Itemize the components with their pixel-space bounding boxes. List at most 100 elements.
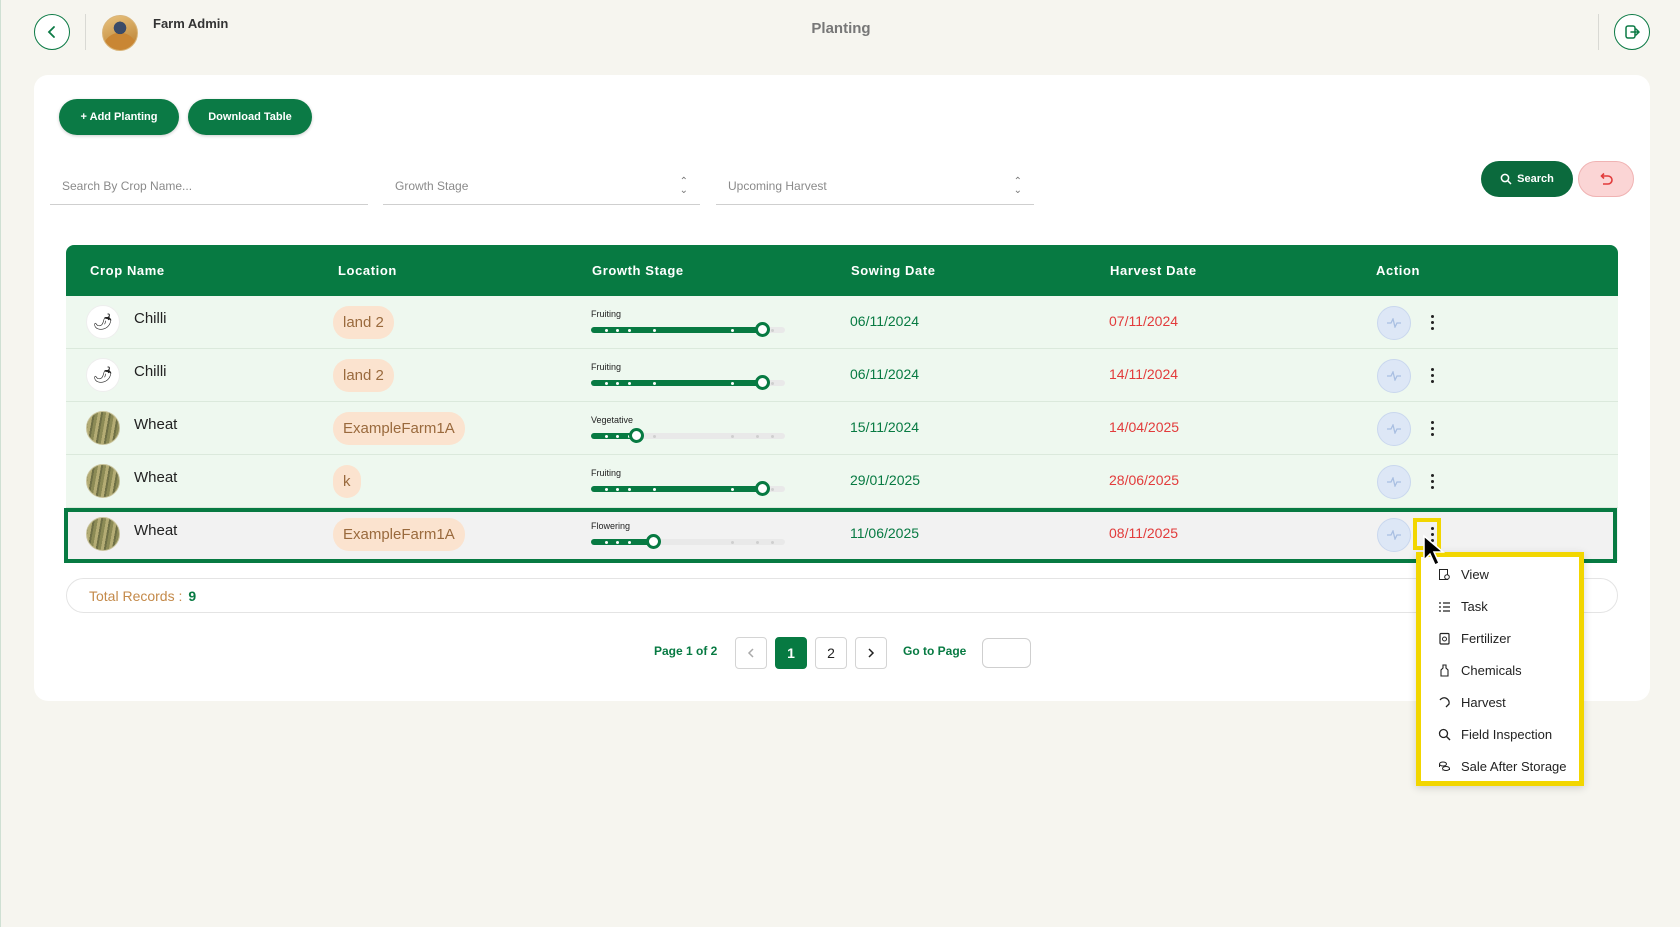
sowing-date: 06/11/2024 [850, 313, 920, 329]
growth-progress-bar [591, 375, 785, 390]
menu-item-label: Task [1461, 599, 1488, 614]
progress-dot [771, 541, 775, 544]
menu-item-view[interactable]: View [1437, 567, 1489, 582]
fertilizer-bag-icon [1437, 632, 1451, 646]
progress-dot [771, 329, 775, 332]
kebab-dot [1430, 420, 1434, 424]
growth-stage-label: Vegetative [591, 415, 634, 425]
location-badge: land 2 [333, 306, 394, 339]
table-row[interactable]: 🌶 Chilli land 2 Fruiting 06/11/2024 07/1… [66, 296, 1618, 349]
location-badge: ExampleFarm1A [333, 518, 465, 551]
column-header[interactable]: Growth Stage [592, 263, 684, 278]
activity-button[interactable] [1377, 359, 1411, 393]
more-options-button[interactable] [1425, 363, 1439, 387]
activity-button[interactable] [1377, 306, 1411, 340]
crop-search-placeholder: Search By Crop Name... [62, 179, 193, 193]
activity-button[interactable] [1377, 465, 1411, 499]
kebab-dot [1430, 320, 1434, 324]
total-records-label: Total Records : [89, 588, 183, 604]
logout-button[interactable] [1614, 14, 1650, 50]
menu-item-label: Harvest [1461, 695, 1506, 710]
chevron-right-icon [868, 648, 875, 658]
total-records: Total Records : 9 [66, 578, 1618, 613]
upcoming-harvest-placeholder: Upcoming Harvest [728, 179, 827, 193]
table-row-selected[interactable]: Wheat ExampleFarm1A Flowering 11/06/2025… [66, 508, 1618, 561]
table-row[interactable]: Wheat k Fruiting 29/01/2025 28/06/2025 [66, 455, 1618, 508]
menu-item-label: View [1461, 567, 1489, 582]
location-badge: ExampleFarm1A [333, 412, 465, 445]
progress-fill [591, 539, 654, 545]
progress-knob [628, 428, 644, 443]
progress-dot [604, 435, 608, 438]
column-header[interactable]: Crop Name [90, 263, 165, 278]
growth-stage-select[interactable]: Growth Stage ⌃ ⌄ [383, 171, 700, 205]
search-button[interactable]: Search [1481, 161, 1573, 197]
table-row[interactable]: Wheat ExampleFarm1A Vegetative 15/11/202… [66, 402, 1618, 455]
column-header[interactable]: Action [1376, 263, 1420, 278]
progress-dot [604, 488, 608, 491]
add-planting-button[interactable]: + Add Planting [59, 99, 179, 135]
header-divider [1598, 14, 1599, 50]
crop-name: Chilli [134, 310, 167, 327]
kebab-dot [1430, 426, 1434, 430]
column-header[interactable]: Sowing Date [851, 263, 936, 278]
kebab-dot [1430, 326, 1434, 330]
more-options-button[interactable] [1425, 469, 1439, 493]
location-badge: k [333, 465, 361, 498]
pulse-icon [1387, 318, 1401, 328]
menu-item-field-inspection[interactable]: Field Inspection [1437, 727, 1552, 742]
menu-item-sale-after-storage[interactable]: Sale After Storage [1437, 759, 1567, 774]
progress-dot [771, 488, 775, 491]
column-header[interactable]: Harvest Date [1110, 263, 1197, 278]
crop-name: Wheat [134, 522, 178, 539]
kebab-dot [1430, 485, 1434, 489]
progress-dot [627, 329, 631, 332]
progress-dot [730, 435, 734, 438]
sowing-date: 06/11/2024 [850, 366, 920, 382]
pulse-icon [1387, 477, 1401, 487]
magnifier-icon [1437, 728, 1451, 742]
reset-button[interactable] [1578, 161, 1634, 197]
prev-page-button[interactable] [735, 637, 767, 669]
growth-progress-bar [591, 322, 785, 337]
growth-stage-placeholder: Growth Stage [395, 179, 469, 193]
activity-button[interactable] [1377, 412, 1411, 446]
bottle-icon [1437, 664, 1451, 678]
table-row[interactable]: 🌶 Chilli land 2 Fruiting 06/11/2024 14/1… [66, 349, 1618, 402]
progress-dot [604, 382, 608, 385]
menu-item-label: Sale After Storage [1461, 759, 1567, 774]
more-options-button[interactable] [1425, 416, 1439, 440]
more-options-button[interactable] [1425, 310, 1439, 334]
progress-knob [754, 481, 770, 496]
progress-dot [730, 382, 734, 385]
menu-item-fertilizer[interactable]: Fertilizer [1437, 631, 1511, 646]
progress-knob [646, 534, 662, 549]
growth-progress-bar [591, 534, 785, 549]
next-page-button[interactable] [855, 637, 887, 669]
menu-item-harvest[interactable]: Harvest [1437, 695, 1506, 710]
total-records-value: 9 [188, 588, 197, 604]
pulse-icon [1387, 371, 1401, 381]
menu-item-chemicals[interactable]: Chemicals [1437, 663, 1522, 678]
column-header[interactable]: Location [338, 263, 397, 278]
page-button[interactable]: 1 [775, 637, 807, 669]
chilli-icon: 🌶 [86, 358, 120, 392]
activity-button[interactable] [1377, 518, 1411, 552]
mouse-cursor-icon [1423, 534, 1446, 567]
menu-item-task[interactable]: Task [1437, 599, 1488, 614]
chevron-left-icon [747, 648, 754, 658]
sowing-date: 15/11/2024 [850, 419, 920, 435]
upcoming-harvest-select[interactable]: Upcoming Harvest ⌃ ⌄ [716, 171, 1034, 205]
crop-name: Chilli [134, 363, 167, 380]
goto-page-input[interactable] [982, 638, 1031, 668]
menu-item-label: Fertilizer [1461, 631, 1511, 646]
progress-dot [771, 382, 775, 385]
page-button[interactable]: 2 [815, 637, 847, 669]
harvest-date: 14/11/2024 [1109, 366, 1179, 382]
kebab-dot [1430, 432, 1434, 436]
page-info: Page 1 of 2 [654, 644, 718, 658]
download-table-button[interactable]: Download Table [188, 99, 312, 135]
progress-dot [653, 435, 657, 438]
sowing-date: 11/06/2025 [850, 525, 920, 541]
crop-search-input[interactable]: Search By Crop Name... [50, 171, 368, 205]
